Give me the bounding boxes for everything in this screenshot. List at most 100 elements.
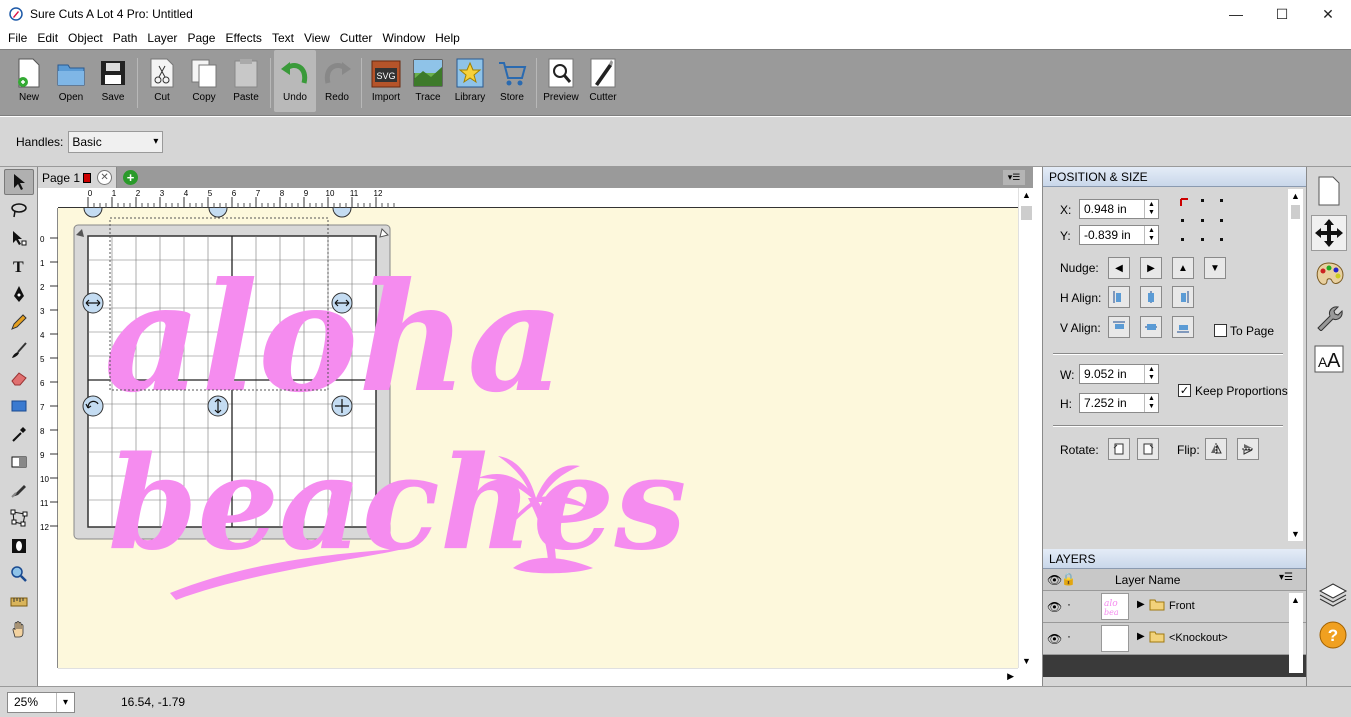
design-canvas[interactable]: aloha beaches xyxy=(58,208,1018,668)
cut-button[interactable]: Cut xyxy=(141,50,183,112)
expand-arrow-icon[interactable]: ▶ xyxy=(1137,631,1145,642)
zoom-select[interactable]: 25% ▾ xyxy=(7,691,75,713)
lock-toggle[interactable]: · xyxy=(1067,629,1071,643)
shape-rect-icon[interactable] xyxy=(4,393,34,419)
text-tool-icon[interactable]: T xyxy=(4,253,34,279)
new-button[interactable]: New xyxy=(8,50,50,112)
page-menu-icon[interactable]: ▾☰ xyxy=(1003,170,1025,185)
resize-handle-bottom[interactable] xyxy=(207,395,229,417)
align-center-h-icon[interactable] xyxy=(1140,286,1162,308)
expand-arrow-icon[interactable]: ▶ xyxy=(1137,599,1145,610)
undo-button[interactable]: Undo xyxy=(274,50,316,112)
minimize-icon[interactable]: — xyxy=(1213,0,1259,28)
y-field[interactable]: -0.839 in ▲ ▼ xyxy=(1079,225,1159,245)
eye-icon[interactable]: 👁 xyxy=(1047,632,1062,646)
maximize-icon[interactable]: ☐ xyxy=(1259,0,1305,28)
align-top-icon[interactable] xyxy=(1108,316,1130,338)
select-arrow-icon[interactable] xyxy=(4,169,34,195)
ruler-measure-icon[interactable] xyxy=(4,589,34,615)
layer-row[interactable]: 👁 · ▶ <Knockout> xyxy=(1043,623,1307,655)
aloha-beaches-artwork[interactable]: aloha beaches xyxy=(104,250,686,600)
w-field[interactable]: 9.052 in ▲ ▼ xyxy=(1079,364,1159,384)
nudge-right-button[interactable]: ▶ xyxy=(1140,257,1162,279)
menu-effects[interactable]: Effects xyxy=(220,28,266,49)
keep-proportions-checkbox[interactable]: ✓ xyxy=(1178,384,1191,397)
store-button[interactable]: Store xyxy=(491,50,533,112)
menu-window[interactable]: Window xyxy=(377,28,430,49)
close-icon[interactable]: ✕ xyxy=(1305,0,1351,28)
brush-icon[interactable] xyxy=(4,337,34,363)
contour-icon[interactable] xyxy=(4,533,34,559)
close-page-icon[interactable]: ✕ xyxy=(97,170,113,185)
text-size-icon[interactable]: AA xyxy=(1311,341,1347,377)
menu-file[interactable]: File xyxy=(3,28,32,49)
zoom-icon[interactable] xyxy=(4,561,34,587)
layers-menu-icon[interactable]: ▾☰ xyxy=(1279,572,1293,583)
menu-cutter[interactable]: Cutter xyxy=(335,28,378,49)
to-page-checkbox[interactable] xyxy=(1214,324,1227,337)
resize-handle-corner[interactable] xyxy=(331,395,353,417)
nudge-up-button[interactable]: ▲ xyxy=(1172,257,1194,279)
menu-object[interactable]: Object xyxy=(63,28,108,49)
menu-text[interactable]: Text xyxy=(267,28,299,49)
save-button[interactable]: Save xyxy=(92,50,134,112)
layer-row[interactable]: 👁 · alo bea ▶ Front xyxy=(1043,591,1307,623)
palette-icon[interactable] xyxy=(1311,257,1347,293)
layers-scrollbar[interactable]: ▲ xyxy=(1289,593,1303,673)
rotate-ccw-icon[interactable] xyxy=(1108,438,1130,460)
menu-page[interactable]: Page xyxy=(182,28,220,49)
rotate-cw-icon[interactable] xyxy=(1137,438,1159,460)
w-spinner[interactable]: ▲ ▼ xyxy=(1144,365,1158,383)
handles-select[interactable]: Basic ▾ xyxy=(68,130,164,153)
open-button[interactable]: Open xyxy=(50,50,92,112)
lasso-icon[interactable] xyxy=(4,197,34,223)
flip-vertical-icon[interactable] xyxy=(1237,438,1259,460)
align-right-icon[interactable] xyxy=(1172,286,1194,308)
align-middle-icon[interactable] xyxy=(1140,316,1162,338)
eye-icon[interactable]: 👁 xyxy=(1047,600,1062,614)
position-size-scrollbar[interactable]: ▲ ▼ xyxy=(1288,189,1303,541)
rotate-handle[interactable] xyxy=(82,395,104,417)
menu-path[interactable]: Path xyxy=(108,28,143,49)
resize-handle-left[interactable] xyxy=(82,292,104,314)
trace-button[interactable]: Trace xyxy=(407,50,449,112)
import-button[interactable]: SVG Import xyxy=(365,50,407,112)
wrench-icon[interactable] xyxy=(1311,299,1347,335)
page-settings-icon[interactable] xyxy=(1311,173,1347,209)
paste-button[interactable]: Paste xyxy=(225,50,267,112)
cutter-button[interactable]: Cutter xyxy=(582,50,624,112)
reference-point-grid[interactable] xyxy=(1179,197,1227,245)
h-field[interactable]: 7.252 in ▲ ▼ xyxy=(1079,393,1159,413)
move-arrows-icon[interactable] xyxy=(1311,215,1347,251)
preview-button[interactable]: Preview xyxy=(540,50,582,112)
redo-button[interactable]: Redo xyxy=(316,50,358,112)
horizontal-scrollbar[interactable]: ▶ xyxy=(58,668,1018,686)
h-spinner[interactable]: ▲ ▼ xyxy=(1144,394,1158,412)
knife-icon[interactable] xyxy=(4,477,34,503)
align-bottom-icon[interactable] xyxy=(1172,316,1194,338)
add-page-icon[interactable]: + xyxy=(123,170,139,185)
menu-view[interactable]: View xyxy=(299,28,335,49)
layers-stack-icon[interactable] xyxy=(1315,577,1351,613)
flip-horizontal-icon[interactable] xyxy=(1205,438,1227,460)
align-left-icon[interactable] xyxy=(1108,286,1130,308)
x-field[interactable]: 0.948 in ▲ ▼ xyxy=(1079,199,1159,219)
library-button[interactable]: Library xyxy=(449,50,491,112)
top-handle[interactable] xyxy=(83,208,352,218)
vertical-scrollbar[interactable]: ▲ ▼ xyxy=(1018,188,1033,668)
menu-help[interactable]: Help xyxy=(430,28,465,49)
menu-edit[interactable]: Edit xyxy=(32,28,63,49)
pen-tool-icon[interactable] xyxy=(4,281,34,307)
node-edit-icon[interactable] xyxy=(4,225,34,251)
copy-button[interactable]: Copy xyxy=(183,50,225,112)
nudge-left-button[interactable]: ◀ xyxy=(1108,257,1130,279)
eraser-icon[interactable] xyxy=(4,365,34,391)
nudge-down-button[interactable]: ▼ xyxy=(1204,257,1226,279)
y-spinner[interactable]: ▲ ▼ xyxy=(1144,226,1158,244)
gradient-icon[interactable] xyxy=(4,449,34,475)
lock-toggle[interactable]: · xyxy=(1067,597,1071,611)
eyedropper-icon[interactable] xyxy=(4,421,34,447)
resize-handle-right[interactable] xyxy=(331,292,353,314)
pencil-icon[interactable] xyxy=(4,309,34,335)
page-tab[interactable]: Page 1 ✕ xyxy=(38,167,118,188)
